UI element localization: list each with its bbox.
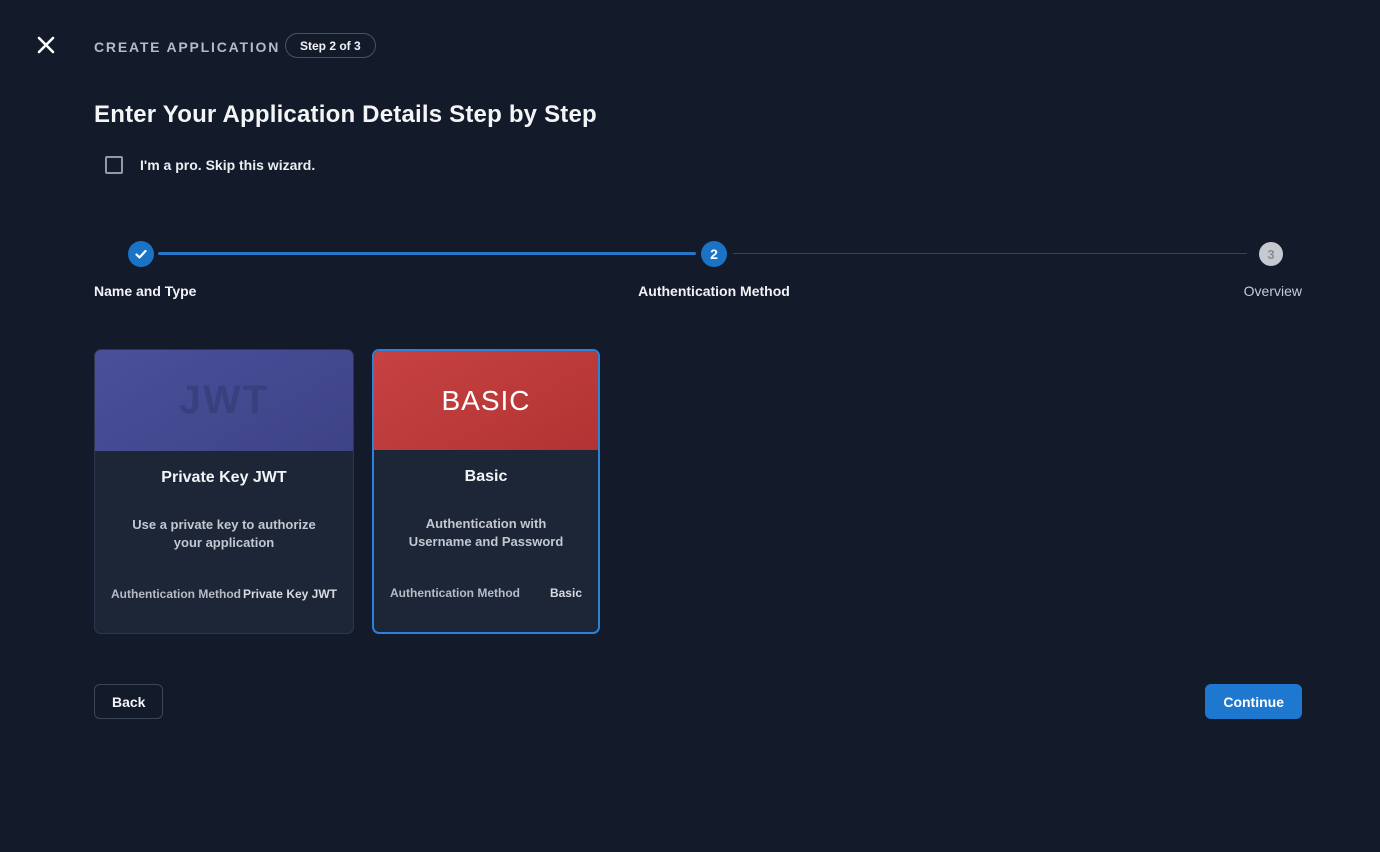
basic-banner-text: BASIC <box>441 385 530 417</box>
jwt-card-meta: Authentication Method Private Key JWT <box>111 587 337 601</box>
step-1-indicator <box>128 241 154 267</box>
check-icon <box>134 247 148 261</box>
auth-method-cards: JWT Private Key JWT Use a private key to… <box>94 349 600 634</box>
jwt-meta-value: Private Key JWT <box>243 587 337 601</box>
step-3-indicator: 3 <box>1259 242 1283 266</box>
jwt-card-description: Use a private key to authorize your appl… <box>111 516 337 551</box>
stepper-connector-inactive <box>733 253 1247 254</box>
skip-wizard-label: I'm a pro. Skip this wizard. <box>140 157 315 173</box>
basic-card-banner: BASIC <box>374 351 598 450</box>
jwt-card-body: Private Key JWT Use a private key to aut… <box>95 451 353 633</box>
page-heading: Enter Your Application Details Step by S… <box>94 101 597 129</box>
stepper-connector-active <box>158 252 696 255</box>
jwt-card-banner: JWT <box>95 350 353 451</box>
basic-card-title: Basic <box>390 468 582 486</box>
step-3-label: Overview <box>1244 283 1302 299</box>
step-2-indicator: 2 <box>701 241 727 267</box>
skip-wizard-checkbox[interactable] <box>105 156 123 174</box>
jwt-banner-text: JWT <box>179 378 269 423</box>
close-icon[interactable] <box>34 33 58 57</box>
card-private-key-jwt[interactable]: JWT Private Key JWT Use a private key to… <box>94 349 354 634</box>
basic-meta-value: Basic <box>550 586 582 600</box>
back-button[interactable]: Back <box>94 684 163 719</box>
card-basic-selected[interactable]: BASIC Basic Authentication with Username… <box>372 349 600 634</box>
step-2-label: Authentication Method <box>638 283 790 299</box>
continue-button[interactable]: Continue <box>1205 684 1302 719</box>
basic-card-meta: Authentication Method Basic <box>390 586 582 600</box>
jwt-meta-label: Authentication Method <box>111 587 241 601</box>
basic-card-body: Basic Authentication with Username and P… <box>374 450 598 632</box>
basic-meta-label: Authentication Method <box>390 586 520 600</box>
wizard-title: CREATE APPLICATION <box>94 39 280 55</box>
stepper: 2 3 Name and Type Authentication Method … <box>94 241 1302 305</box>
step-badge: Step 2 of 3 <box>285 33 376 58</box>
skip-wizard-row: I'm a pro. Skip this wizard. <box>105 156 315 174</box>
jwt-card-title: Private Key JWT <box>111 469 337 487</box>
basic-card-description: Authentication with Username and Passwor… <box>390 515 582 550</box>
step-1-label: Name and Type <box>94 283 196 299</box>
